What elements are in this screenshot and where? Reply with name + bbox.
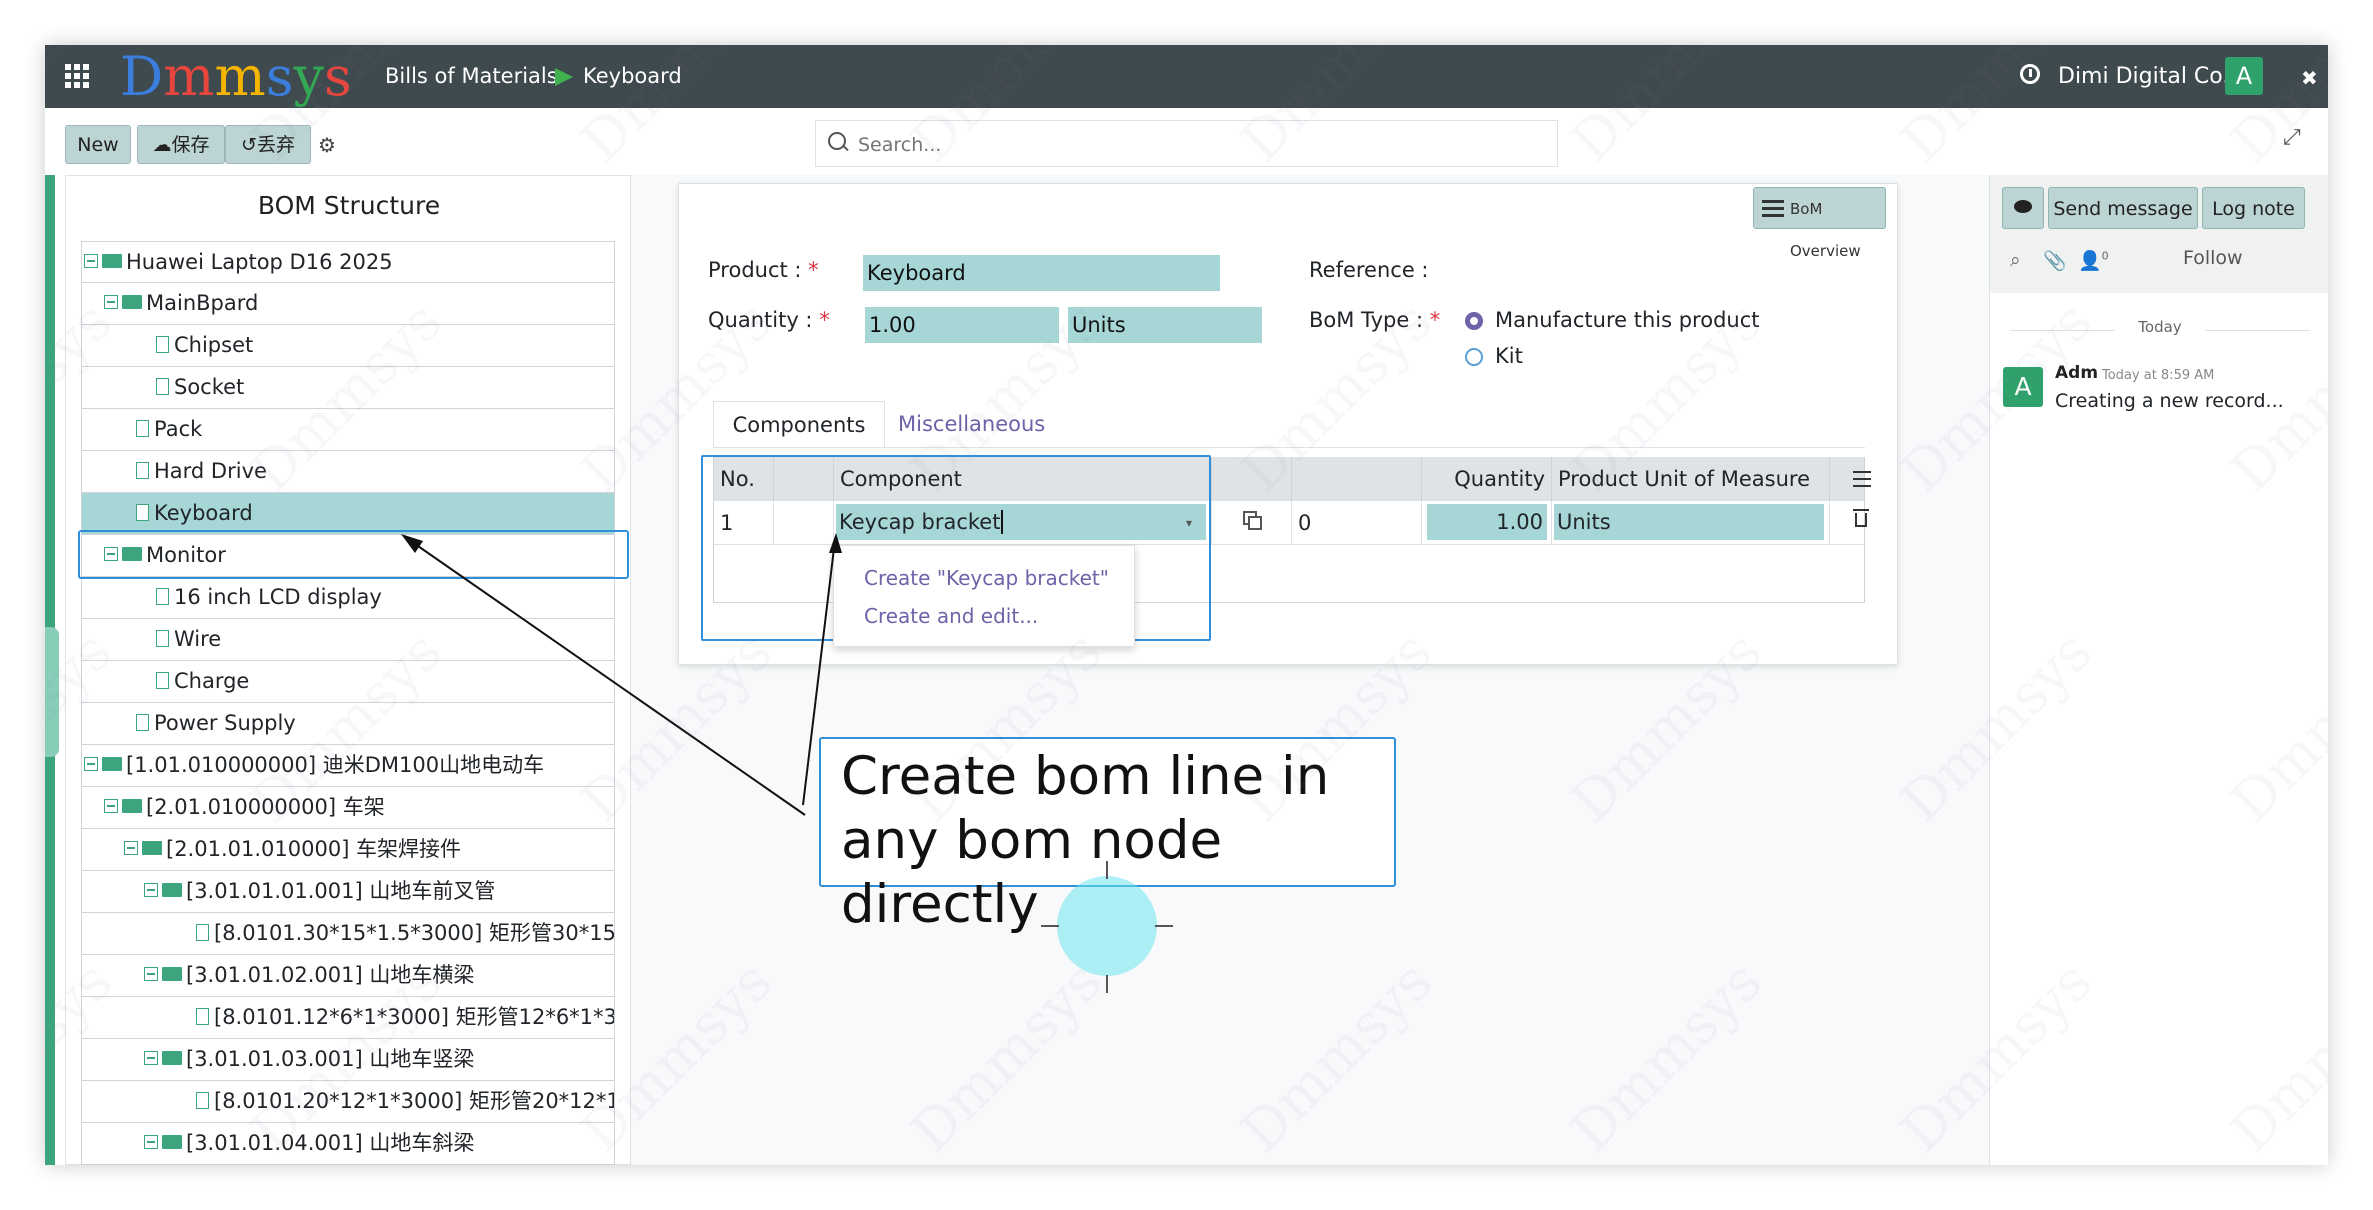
search-icon[interactable]: ⌕ xyxy=(2010,249,2021,271)
chatter-panel: Send message Log note ⌕ 📎 👤0 Follow Toda… xyxy=(1989,175,2328,1165)
cursor-indicator xyxy=(1057,876,1157,976)
paperclip-icon[interactable]: 📎 xyxy=(2043,249,2067,272)
message-body: Creating a new record... xyxy=(2055,390,2284,412)
send-message-button[interactable]: Send message xyxy=(2048,187,2198,229)
author-avatar[interactable]: A xyxy=(2003,367,2043,407)
crosshair-top xyxy=(1106,861,1108,879)
log-note-button[interactable]: Log note xyxy=(2202,187,2305,229)
follow-button[interactable]: Follow xyxy=(2183,247,2243,269)
message-time: Today at 8:59 AM xyxy=(2102,368,2215,383)
crosshair-bottom xyxy=(1106,975,1108,993)
date-label: Today xyxy=(2115,318,2205,336)
crosshair-right xyxy=(1155,925,1173,927)
followers-icon[interactable]: 👤0 xyxy=(2078,249,2109,272)
annotation-arrows xyxy=(401,533,842,816)
crosshair-left xyxy=(1041,925,1059,927)
app-window: Dmmsys Bills of Materials Keyboard Dimi … xyxy=(45,45,2328,1165)
follower-count: 0 xyxy=(2101,249,2109,263)
chat-bubble-icon[interactable] xyxy=(2002,187,2044,229)
message-author[interactable]: Adm xyxy=(2055,363,2098,383)
